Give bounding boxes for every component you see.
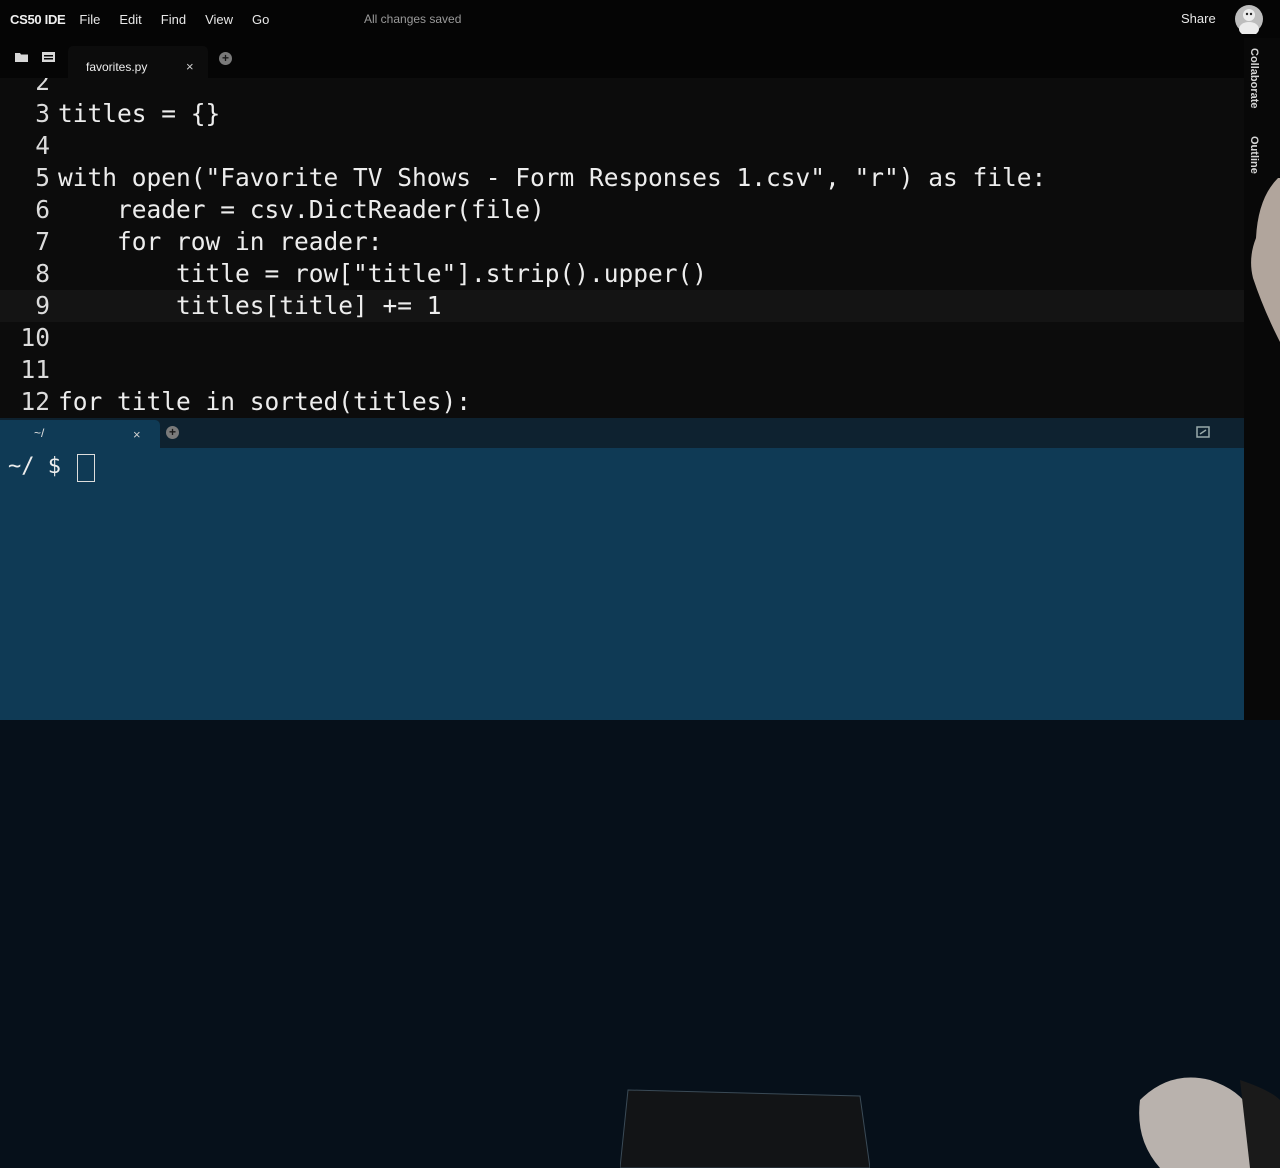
line-code: titles = {} xyxy=(58,99,221,128)
line-code: title = row["title"].strip().upper() xyxy=(58,259,708,288)
maximize-icon[interactable] xyxy=(1196,426,1210,438)
line-number: 7 xyxy=(35,227,50,256)
presenter-hands xyxy=(1139,1077,1280,1168)
terminal-tab-bar: ~/ × + xyxy=(0,418,1244,448)
code-line[interactable]: 7 for row in reader: xyxy=(0,226,1244,258)
terminal-prompt: ~/ $ xyxy=(8,454,61,479)
side-panel: Collaborate Outline xyxy=(1244,38,1280,720)
terminal-tab-label: ~/ xyxy=(34,426,45,440)
new-tab-icon[interactable]: + xyxy=(219,52,232,65)
user-avatar-icon[interactable] xyxy=(1234,4,1264,34)
tabs-icon[interactable] xyxy=(42,52,55,62)
laptop-silhouette xyxy=(620,1089,870,1168)
line-code: for title in sorted(titles): xyxy=(58,387,472,416)
menu-view[interactable]: View xyxy=(205,12,233,27)
line-code: for row in reader: xyxy=(58,227,383,256)
menu-bar: CS50 IDE File Edit Find View Go All chan… xyxy=(0,0,1280,38)
new-terminal-icon[interactable]: + xyxy=(166,426,179,439)
collaborate-tab[interactable]: Collaborate xyxy=(1248,48,1260,109)
code-line[interactable]: 10 xyxy=(0,322,1244,354)
terminal-panel[interactable]: ~/ $ xyxy=(0,448,1280,1168)
menu-find[interactable]: Find xyxy=(161,12,186,27)
code-line[interactable]: 12 for title in sorted(titles): xyxy=(0,386,1244,418)
line-number: 9 xyxy=(35,291,50,320)
line-code: titles[title] += 1 xyxy=(58,291,442,320)
menu-go[interactable]: Go xyxy=(252,12,269,27)
code-line[interactable]: 3 titles = {} xyxy=(0,98,1244,130)
presenter-silhouette xyxy=(1251,178,1280,342)
code-line[interactable]: 5 with open("Favorite TV Shows - Form Res… xyxy=(0,162,1244,194)
code-line[interactable]: 2 xyxy=(0,78,1244,98)
line-number: 10 xyxy=(20,323,50,352)
line-number: 6 xyxy=(35,195,50,224)
line-number: 5 xyxy=(35,163,50,192)
folder-icon[interactable] xyxy=(15,52,28,62)
share-button[interactable]: Share xyxy=(1181,11,1216,26)
menu-file[interactable]: File xyxy=(79,12,100,27)
line-number: 8 xyxy=(35,259,50,288)
app-brand[interactable]: CS50 IDE xyxy=(10,12,66,27)
close-tab-icon[interactable]: × xyxy=(186,59,194,74)
code-line[interactable]: 11 xyxy=(0,354,1244,386)
line-code: reader = csv.DictReader(file) xyxy=(58,195,545,224)
save-status: All changes saved xyxy=(364,12,462,26)
line-number: 12 xyxy=(20,387,50,416)
line-number: 4 xyxy=(35,131,50,160)
line-number: 2 xyxy=(35,78,50,96)
code-line[interactable]: 8 title = row["title"].strip().upper() xyxy=(0,258,1244,290)
code-line[interactable]: 9 titles[title] += 1 xyxy=(0,290,1244,322)
tab-label: favorites.py xyxy=(86,60,148,74)
menu-edit[interactable]: Edit xyxy=(119,12,141,27)
code-line[interactable]: 6 reader = csv.DictReader(file) xyxy=(0,194,1244,226)
outline-tab[interactable]: Outline xyxy=(1248,136,1260,174)
editor-tab-bar: favorites.py × + xyxy=(0,38,1244,78)
code-editor[interactable]: 2 3 titles = {} 4 5 with open("Favorite TV Sh… xyxy=(0,78,1244,418)
line-number: 3 xyxy=(35,99,50,128)
close-terminal-icon[interactable]: × xyxy=(133,427,141,442)
line-number: 11 xyxy=(20,355,50,384)
tab-favorites-py[interactable]: favorites.py × xyxy=(68,46,208,78)
code-line[interactable]: 4 xyxy=(0,130,1244,162)
terminal-tab[interactable]: ~/ × xyxy=(0,420,160,448)
line-code: with open("Favorite TV Shows - Form Resp… xyxy=(58,163,1047,192)
terminal-cursor xyxy=(77,454,95,482)
